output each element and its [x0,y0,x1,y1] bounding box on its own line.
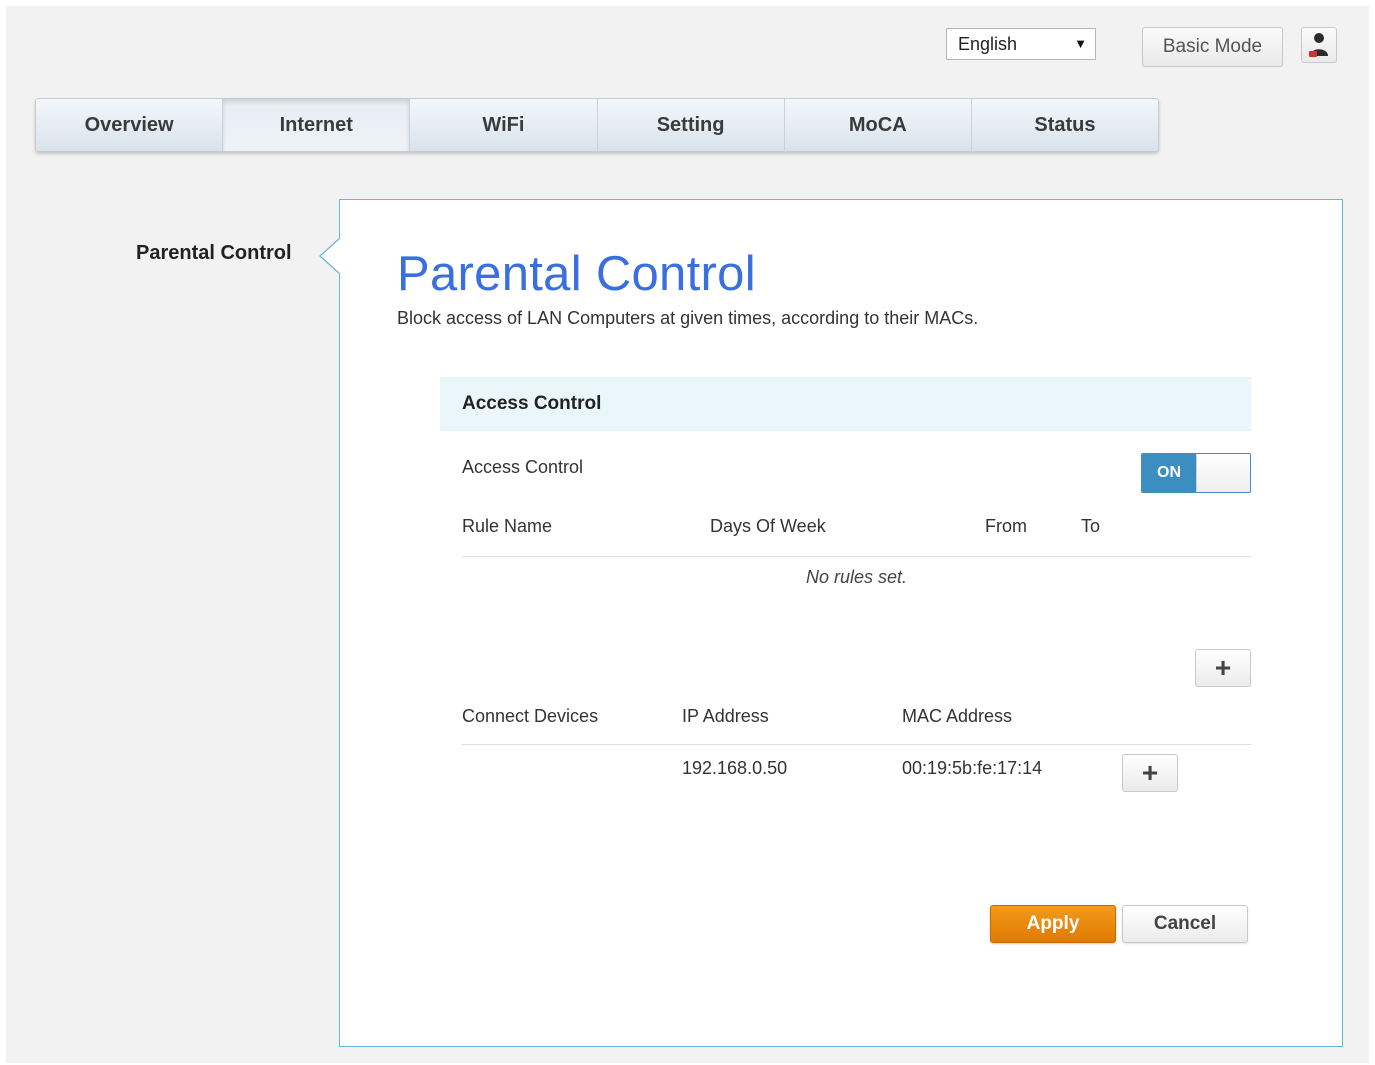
cancel-button[interactable]: Cancel [1122,905,1248,943]
tab-internet[interactable]: Internet [223,99,411,151]
user-button[interactable] [1301,27,1337,63]
divider [462,556,1251,557]
access-control-label: Access Control [462,457,584,477]
user-icon [1309,33,1328,57]
page-title: Parental Control [397,247,756,301]
sidebar-item-parental-control[interactable]: Parental Control [136,242,292,265]
column-header-from: From [985,516,1027,536]
column-header-rule-name: Rule Name [462,516,553,536]
add-device-button[interactable]: + [1122,754,1178,792]
column-header-ip-address: IP Address [682,706,769,726]
column-header-days-of-week: Days Of Week [710,516,826,536]
page-description: Block access of LAN Computers at given t… [397,308,979,328]
panel-pointer [319,237,341,275]
basic-mode-button[interactable]: Basic Mode [1142,27,1283,67]
dropdown-arrow-icon: ▼ [1074,36,1087,51]
tab-status[interactable]: Status [972,99,1158,151]
column-header-mac-address: MAC Address [902,706,1013,726]
column-header-connect-devices: Connect Devices [462,706,599,726]
divider [462,744,1251,745]
main-nav: Overview Internet WiFi Setting MoCA Stat… [35,98,1159,152]
toggle-knob [1196,454,1250,492]
access-control-toggle[interactable]: ON [1141,453,1251,493]
add-rule-button[interactable]: + [1195,649,1251,687]
tab-overview[interactable]: Overview [36,99,224,151]
device-ip: 192.168.0.50 [682,758,788,778]
rules-empty-message: No rules set. [805,567,908,587]
toggle-state-label: ON [1142,454,1196,492]
apply-button[interactable]: Apply [990,905,1116,943]
language-select-value: English [958,33,1018,54]
tab-wifi[interactable]: WiFi [410,99,598,151]
column-header-to: To [1081,516,1101,536]
tab-moca[interactable]: MoCA [785,99,972,151]
device-mac: 00:19:5b:fe:17:14 [902,758,1043,778]
language-select[interactable]: English ▼ [946,28,1096,60]
tab-setting[interactable]: Setting [598,99,785,151]
plus-icon: + [1141,757,1159,788]
section-header-access-control: Access Control [440,377,1251,431]
plus-icon: + [1214,652,1232,683]
